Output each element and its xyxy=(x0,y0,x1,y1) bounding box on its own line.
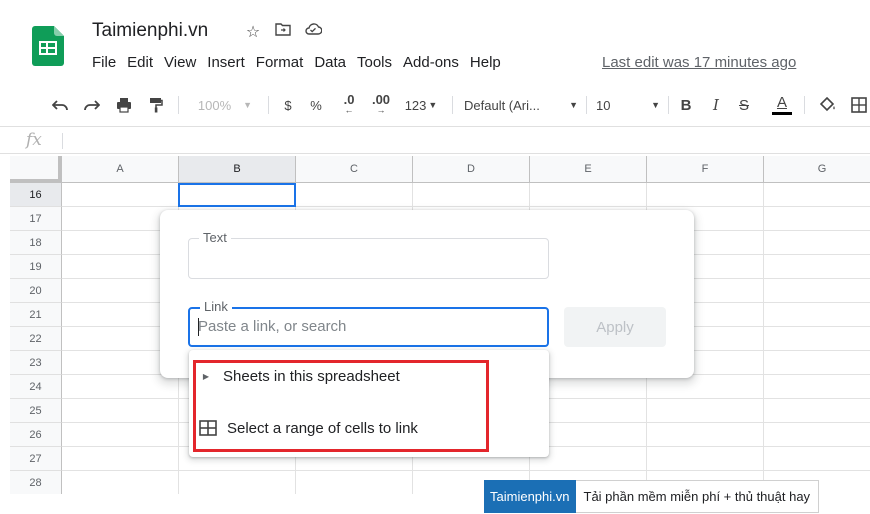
link-input[interactable] xyxy=(198,318,528,335)
watermark-brand: Taimienphi.vn xyxy=(484,480,576,513)
row-header-28[interactable]: 28 xyxy=(10,471,62,494)
chevron-down-icon: ▼ xyxy=(569,100,578,110)
gridline xyxy=(62,470,870,471)
row-header-27[interactable]: 27 xyxy=(10,447,62,471)
menu-item-label: Sheets in this spreadsheet xyxy=(223,367,400,385)
undo-icon[interactable] xyxy=(48,90,72,120)
row-header-25[interactable]: 25 xyxy=(10,399,62,423)
row-header-23[interactable]: 23 xyxy=(10,351,62,375)
row-header-24[interactable]: 24 xyxy=(10,375,62,399)
text-color-label: A xyxy=(776,94,787,111)
font-family-value: Default (Ari... xyxy=(464,97,540,113)
text-field-label: Text xyxy=(199,230,231,245)
column-header-b[interactable]: B xyxy=(179,156,296,183)
arrow-right-icon: → xyxy=(376,105,386,115)
paint-format-icon[interactable] xyxy=(144,90,168,120)
currency-button[interactable]: $ xyxy=(278,90,298,120)
menu-edit[interactable]: Edit xyxy=(127,54,153,71)
triangle-right-icon: ▶ xyxy=(202,371,210,381)
link-field-label: Link xyxy=(200,299,232,314)
column-header-g[interactable]: G xyxy=(764,156,870,183)
toolbar-divider xyxy=(452,96,453,114)
menu-item-label: Select a range of cells to link xyxy=(227,419,418,437)
toolbar-divider xyxy=(668,96,669,114)
apply-button[interactable]: Apply xyxy=(564,307,666,347)
row-header-16[interactable]: 16 xyxy=(10,183,62,207)
app-header: Taimienphi.vn ☆ File Edit View Insert Fo… xyxy=(0,0,870,84)
select-all-corner[interactable] xyxy=(10,156,62,183)
percent-button[interactable]: % xyxy=(306,90,326,120)
row-header-21[interactable]: 21 xyxy=(10,303,62,327)
link-field[interactable]: Link xyxy=(188,299,549,347)
italic-button[interactable]: I xyxy=(706,90,726,120)
row-header-17[interactable]: 17 xyxy=(10,207,62,231)
column-header-c[interactable]: C xyxy=(296,156,413,183)
font-family-select[interactable]: Default (Ari... ▼ xyxy=(464,90,578,120)
fill-color-icon[interactable] xyxy=(816,90,840,120)
zoom-value: 100% xyxy=(197,97,232,113)
watermark-banner: Taimienphi.vn Tải phần mềm miễn phí + th… xyxy=(484,480,820,513)
borders-icon[interactable] xyxy=(848,90,870,120)
move-folder-icon[interactable] xyxy=(274,22,292,42)
bold-button[interactable]: B xyxy=(676,90,696,120)
decrease-decimal-button[interactable]: .0 ← xyxy=(336,90,362,120)
column-header-a[interactable]: A xyxy=(62,156,179,183)
redo-icon[interactable] xyxy=(80,90,104,120)
toolbar-divider xyxy=(178,96,179,114)
row-header-18[interactable]: 18 xyxy=(10,231,62,255)
font-size-select[interactable]: 10 ▼ xyxy=(596,90,660,120)
gridline xyxy=(763,183,764,494)
row-header-22[interactable]: 22 xyxy=(10,327,62,351)
menu-bar: File Edit View Insert Format Data Tools … xyxy=(92,54,512,71)
strikethrough-button[interactable]: S xyxy=(734,90,754,120)
chevron-down-icon: ▼ xyxy=(428,100,438,110)
toolbar-divider xyxy=(586,96,587,114)
watermark-tagline: Tải phần mềm miễn phí + thủ thuật hay xyxy=(575,480,820,513)
fx-icon: fx xyxy=(26,130,42,150)
menu-format[interactable]: Format xyxy=(256,54,304,71)
menu-help[interactable]: Help xyxy=(470,54,501,71)
menu-addons[interactable]: Add-ons xyxy=(403,54,459,71)
chevron-down-icon: ▼ xyxy=(243,100,253,110)
zoom-select[interactable]: 100% ▼ xyxy=(190,90,260,120)
menu-insert[interactable]: Insert xyxy=(207,54,245,71)
menu-data[interactable]: Data xyxy=(314,54,346,71)
font-size-value: 10 xyxy=(596,97,611,113)
text-field[interactable]: Text xyxy=(188,230,549,279)
column-header-f[interactable]: F xyxy=(647,156,764,183)
column-header-e[interactable]: E xyxy=(530,156,647,183)
row-header-20[interactable]: 20 xyxy=(10,279,62,303)
increase-decimal-button[interactable]: .00 → xyxy=(366,90,396,120)
menu-item-select-range[interactable]: Select a range of cells to link xyxy=(189,408,549,448)
column-header-d[interactable]: D xyxy=(413,156,530,183)
arrow-left-icon: ← xyxy=(344,105,354,115)
sheets-logo-icon[interactable] xyxy=(32,26,64,66)
link-suggestions-menu: ▶ Sheets in this spreadsheet Select a ra… xyxy=(189,350,549,457)
formula-divider xyxy=(62,133,63,149)
last-edit-link[interactable]: Last edit was 17 minutes ago xyxy=(602,54,796,71)
row-header-19[interactable]: 19 xyxy=(10,255,62,279)
toolbar-divider xyxy=(268,96,269,114)
grid-icon xyxy=(189,420,227,436)
text-color-swatch xyxy=(772,112,792,115)
print-icon[interactable] xyxy=(112,90,136,120)
menu-view[interactable]: View xyxy=(164,54,196,71)
menu-item-sheets-in-spreadsheet[interactable]: ▶ Sheets in this spreadsheet xyxy=(189,356,549,396)
text-color-button[interactable]: A xyxy=(770,90,794,120)
document-title[interactable]: Taimienphi.vn xyxy=(92,20,208,42)
toolbar: 100% ▼ $ % .0 ← .00 → 123 ▼ Default (Ari… xyxy=(0,90,870,120)
decrease-decimal-label: .0 xyxy=(343,92,355,107)
star-icon[interactable]: ☆ xyxy=(244,22,262,42)
toolbar-divider xyxy=(804,96,805,114)
menu-file[interactable]: File xyxy=(92,54,116,71)
formula-bar[interactable]: fx xyxy=(0,126,870,154)
more-formats-button[interactable]: 123 ▼ xyxy=(400,90,442,120)
active-cell-b16[interactable] xyxy=(178,183,296,207)
more-formats-label: 123 xyxy=(404,97,427,113)
increase-decimal-label: .00 xyxy=(371,92,391,107)
row-header-26[interactable]: 26 xyxy=(10,423,62,447)
menu-tools[interactable]: Tools xyxy=(357,54,392,71)
chevron-down-icon: ▼ xyxy=(651,100,660,110)
cloud-status-icon[interactable] xyxy=(304,22,323,42)
